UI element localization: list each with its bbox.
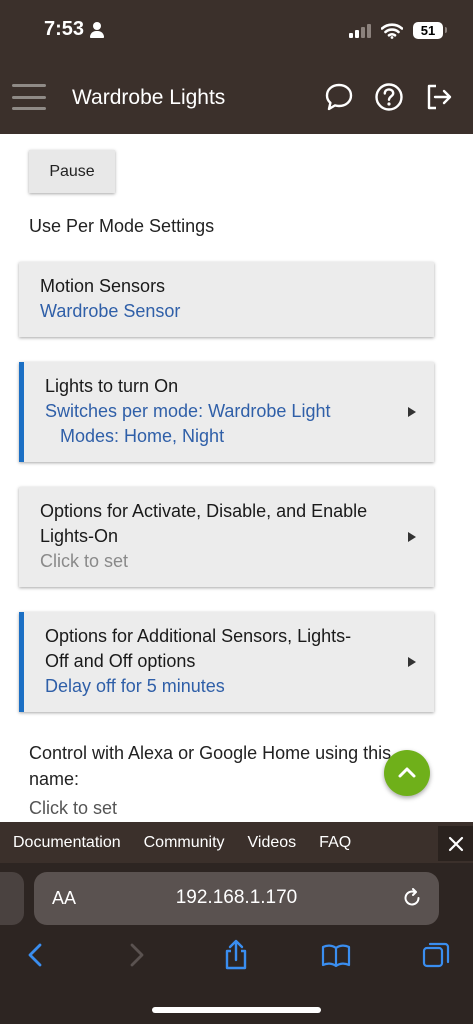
page-title: Wardrobe Lights <box>72 86 226 109</box>
status-bar: 7:53 51 <box>0 0 473 64</box>
motion-sensors-card[interactable]: Motion Sensors Wardrobe Sensor <box>19 262 434 337</box>
alexa-name-label[interactable]: Control with Alexa or Google Home using … <box>29 740 399 792</box>
card-value: Modes: Home, Night <box>60 426 225 446</box>
back-icon[interactable] <box>20 939 52 971</box>
share-icon[interactable] <box>220 939 252 971</box>
card-title: Options for Activate, Disable, and Enabl… <box>40 501 368 521</box>
status-icons: 51 <box>349 22 447 39</box>
chevron-right-icon <box>408 407 416 417</box>
additional-sensors-card[interactable]: Options for Additional Sensors, Lights- … <box>19 612 434 712</box>
card-value: Delay off for 5 minutes <box>45 676 225 696</box>
person-icon <box>90 21 105 38</box>
chevron-right-icon <box>408 532 416 542</box>
url-text: 192.168.1.170 <box>175 887 298 908</box>
card-title: Off and Off options <box>45 651 196 671</box>
header-actions <box>323 81 455 113</box>
card-title: Options for Additional Sensors, Lights- <box>45 626 352 646</box>
reload-icon[interactable] <box>401 887 423 909</box>
logout-icon[interactable] <box>423 81 455 113</box>
main-content: Pause Use Per Mode Settings Motion Senso… <box>0 134 473 822</box>
tabs-icon[interactable] <box>420 939 452 971</box>
wifi-icon <box>381 22 403 39</box>
signal-icon <box>349 23 371 38</box>
chevron-right-icon <box>408 657 416 667</box>
footer-link-documentation[interactable]: Documentation <box>3 834 131 852</box>
footer-nav: Documentation Community Videos FAQ <box>0 822 473 863</box>
home-indicator <box>152 1007 321 1013</box>
card-value: Wardrobe Sensor <box>40 301 181 321</box>
footer-link-videos[interactable]: Videos <box>238 834 307 852</box>
chat-icon[interactable] <box>323 81 355 113</box>
address-bar[interactable]: AA 192.168.1.170 <box>34 872 439 925</box>
previous-tab[interactable] <box>0 872 24 925</box>
close-icon[interactable] <box>438 826 473 861</box>
lights-on-card[interactable]: Lights to turn On Switches per mode: War… <box>19 362 434 462</box>
bookmarks-icon[interactable] <box>320 939 352 971</box>
status-time: 7:53 <box>44 18 105 41</box>
card-title: Lights to turn On <box>45 376 179 396</box>
browser-toolbar <box>0 939 473 979</box>
scroll-top-button[interactable] <box>384 750 430 796</box>
battery-icon: 51 <box>413 22 447 39</box>
browser-chrome: AA 192.168.1.170 <box>0 863 473 1024</box>
pause-button[interactable]: Pause <box>29 150 115 193</box>
app-header: Wardrobe Lights <box>0 64 473 134</box>
chevron-up-icon <box>398 767 416 778</box>
time-text: 7:53 <box>44 18 85 40</box>
forward-icon[interactable] <box>120 939 152 971</box>
card-title: Motion Sensors <box>40 276 166 296</box>
card-title: Lights-On <box>40 526 119 546</box>
activate-options-card[interactable]: Options for Activate, Disable, and Enabl… <box>19 487 434 587</box>
card-value: Click to set <box>40 551 129 571</box>
menu-icon[interactable] <box>12 84 46 110</box>
footer-link-community[interactable]: Community <box>134 834 235 852</box>
per-mode-settings-link[interactable]: Use Per Mode Settings <box>29 216 214 237</box>
help-icon[interactable] <box>373 81 405 113</box>
card-value: Switches per mode: Wardrobe Light <box>45 401 331 421</box>
alexa-name-value[interactable]: Click to set <box>29 798 117 819</box>
footer-link-faq[interactable]: FAQ <box>309 834 361 852</box>
